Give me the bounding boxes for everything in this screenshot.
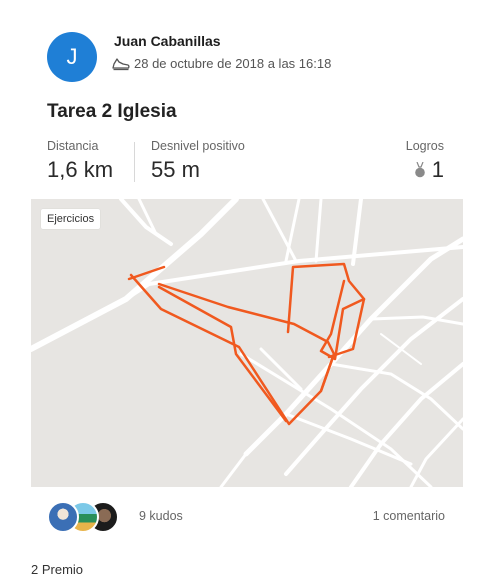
stat-elevation-value: 55 m	[151, 157, 200, 182]
stat-achievements[interactable]: Logros 1	[406, 139, 444, 183]
activity-timestamp: 28 de octubre de 2018 a las 16:18	[134, 56, 332, 71]
stat-elevation-label: Desnivel positivo	[151, 139, 245, 153]
stat-divider	[134, 142, 135, 182]
stat-elevation: Desnivel positivo 55 m	[151, 139, 245, 183]
avatar[interactable]: J	[47, 32, 97, 82]
activity-title[interactable]: Tarea 2 Iglesia	[47, 101, 177, 123]
kudos-count[interactable]: 9 kudos	[139, 509, 183, 523]
footer-text: 2 Premio	[31, 562, 84, 577]
avatar-initial: J	[66, 44, 78, 69]
comments-count[interactable]: 1 comentario	[373, 509, 445, 523]
athlete-name[interactable]: Juan Cabanillas	[114, 33, 221, 49]
activity-map[interactable]: Ejercicios	[31, 199, 463, 487]
social-footer: 9 kudos 1 comentario	[47, 499, 447, 533]
stat-achievements-value: 1	[431, 157, 444, 182]
map-canvas	[31, 199, 463, 487]
run-shoe-icon	[112, 57, 130, 70]
map-badge: Ejercicios	[41, 209, 101, 229]
medal-icon	[414, 162, 425, 178]
stat-distance: Distancia 1,6 km	[47, 139, 113, 183]
kudos-avatars[interactable]	[47, 501, 129, 533]
stat-distance-value: 1,6 km	[47, 157, 114, 182]
activity-meta: 28 de octubre de 2018 a las 16:18	[112, 56, 331, 71]
kudos-avatar	[47, 501, 79, 533]
stat-achievements-label: Logros	[405, 139, 444, 153]
stat-distance-label: Distancia	[47, 139, 99, 153]
